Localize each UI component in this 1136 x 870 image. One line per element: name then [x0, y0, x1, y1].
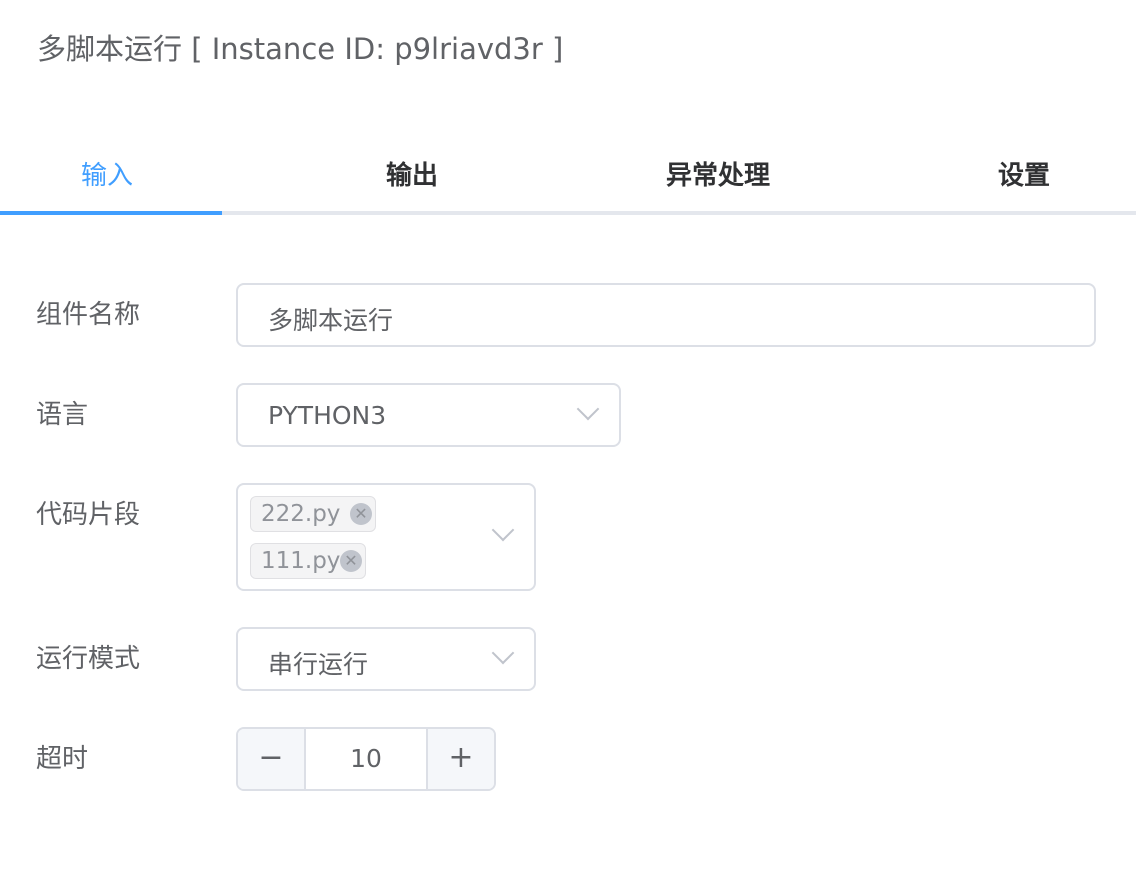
close-circle-icon[interactable]: ✕ [340, 550, 362, 572]
language-value: PYTHON3 [268, 401, 387, 430]
language-label: 语言 [36, 400, 89, 430]
decrease-button[interactable]: − [238, 729, 304, 789]
tab-input[interactable]: 输入 [0, 146, 214, 210]
timeout-stepper: − 10 + [236, 727, 496, 791]
chevron-down-icon [491, 518, 515, 542]
snippet-tag-label: 111.py [261, 548, 341, 574]
chevron-down-icon [576, 397, 600, 421]
tab-output[interactable]: 输出 [312, 146, 512, 210]
timeout-label: 超时 [36, 744, 89, 774]
tab-bar: 输入 输出 异常处理 设置 [0, 146, 1136, 216]
run-mode-value: 串行运行 [268, 650, 369, 679]
tab-active-indicator [0, 211, 222, 215]
run-mode-label: 运行模式 [36, 644, 141, 674]
snippet-tag-label: 222.py [261, 501, 341, 527]
close-circle-icon[interactable]: ✕ [350, 503, 372, 525]
code-snippets-select[interactable]: 222.py ✕ 111.py ✕ [236, 483, 536, 591]
component-name-label: 组件名称 [36, 300, 141, 330]
tab-settings[interactable]: 设置 [924, 146, 1124, 210]
snippet-tag: 222.py ✕ [250, 496, 376, 532]
component-name-value: 多脚本运行 [268, 306, 394, 335]
language-select[interactable]: PYTHON3 [236, 383, 621, 447]
chevron-down-icon [491, 641, 515, 665]
snippet-tag: 111.py ✕ [250, 543, 366, 579]
code-snippets-label: 代码片段 [36, 500, 141, 530]
timeout-input[interactable]: 10 [304, 729, 428, 789]
increase-button[interactable]: + [428, 729, 494, 789]
run-mode-select[interactable]: 串行运行 [236, 627, 536, 691]
tab-exception-handling[interactable]: 异常处理 [618, 146, 818, 210]
page-title: 多脚本运行 [ Instance ID: p9lriavd3r ] [37, 32, 564, 66]
component-name-input[interactable]: 多脚本运行 [236, 283, 1096, 347]
